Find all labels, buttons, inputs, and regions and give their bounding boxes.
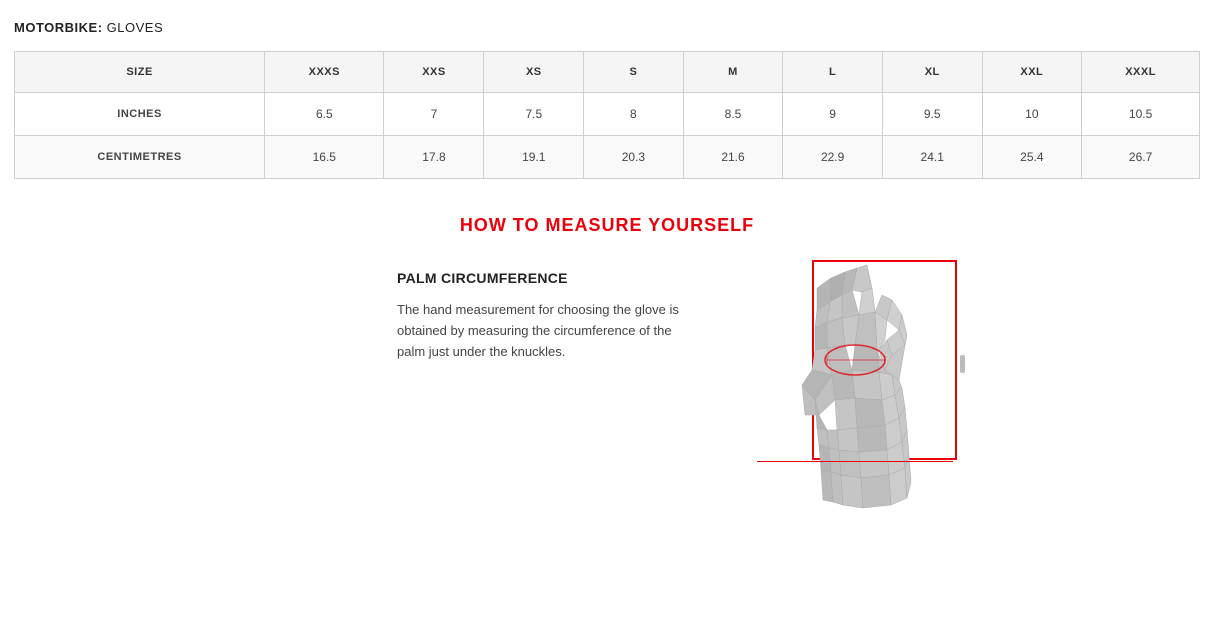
how-to-title: HOW TO MEASURE YOURSELF [460, 215, 754, 236]
table-header-cell: XXXL [1082, 52, 1200, 93]
measure-subtitle: PALM CIRCUMFERENCE [397, 270, 697, 286]
table-cell: 19.1 [484, 136, 584, 179]
table-header-cell: L [783, 52, 883, 93]
page-wrapper: MOTORBIKE: GLOVES SIZEXXXSXXSXSSMLXLXXLX… [0, 0, 1214, 570]
table-cell: 6.5 [265, 93, 384, 136]
measure-description: The hand measurement for choosing the gl… [397, 300, 697, 362]
how-to-section: HOW TO MEASURE YOURSELF PALM CIRCUMFEREN… [14, 215, 1200, 550]
hand-container [737, 260, 957, 550]
table-cell: 26.7 [1082, 136, 1200, 179]
hand-illustration [737, 260, 957, 550]
table-header-cell: XL [882, 52, 982, 93]
table-cell: 9 [783, 93, 883, 136]
measurement-indicator [960, 355, 965, 373]
table-header-cell: XXL [982, 52, 1082, 93]
table-header-cell: XXXS [265, 52, 384, 93]
table-cell: 17.8 [384, 136, 484, 179]
measure-content: PALM CIRCUMFERENCE The hand measurement … [14, 260, 1200, 550]
table-cell: 16.5 [265, 136, 384, 179]
table-cell: 21.6 [683, 136, 783, 179]
measurement-baseline [757, 461, 953, 462]
table-row-label: CENTIMETRES [15, 136, 265, 179]
table-cell: 7.5 [484, 93, 584, 136]
table-cell: 8 [584, 93, 684, 136]
table-cell: 10 [982, 93, 1082, 136]
table-row: CENTIMETRES16.517.819.120.321.622.924.12… [15, 136, 1200, 179]
table-cell: 8.5 [683, 93, 783, 136]
table-body: INCHES6.577.588.599.51010.5CENTIMETRES16… [15, 93, 1200, 179]
table-header: SIZEXXXSXXSXSSMLXLXXLXXXL [15, 52, 1200, 93]
page-title: MOTORBIKE: GLOVES [14, 20, 1200, 35]
table-cell: 7 [384, 93, 484, 136]
table-header-cell: SIZE [15, 52, 265, 93]
title-thin: GLOVES [103, 20, 164, 35]
table-header-cell: S [584, 52, 684, 93]
table-row: INCHES6.577.588.599.51010.5 [15, 93, 1200, 136]
title-bold: MOTORBIKE: [14, 20, 103, 35]
table-cell: 20.3 [584, 136, 684, 179]
size-table: SIZEXXXSXXSXSSMLXLXXLXXXL INCHES6.577.58… [14, 51, 1200, 179]
table-header-cell: XXS [384, 52, 484, 93]
table-row-label: INCHES [15, 93, 265, 136]
table-cell: 25.4 [982, 136, 1082, 179]
table-cell: 24.1 [882, 136, 982, 179]
table-header-cell: M [683, 52, 783, 93]
measure-text: PALM CIRCUMFERENCE The hand measurement … [217, 260, 697, 362]
table-header-cell: XS [484, 52, 584, 93]
table-cell: 9.5 [882, 93, 982, 136]
table-cell: 10.5 [1082, 93, 1200, 136]
table-cell: 22.9 [783, 136, 883, 179]
table-header-row: SIZEXXXSXXSXSSMLXLXXLXXXL [15, 52, 1200, 93]
measure-image [697, 260, 997, 550]
